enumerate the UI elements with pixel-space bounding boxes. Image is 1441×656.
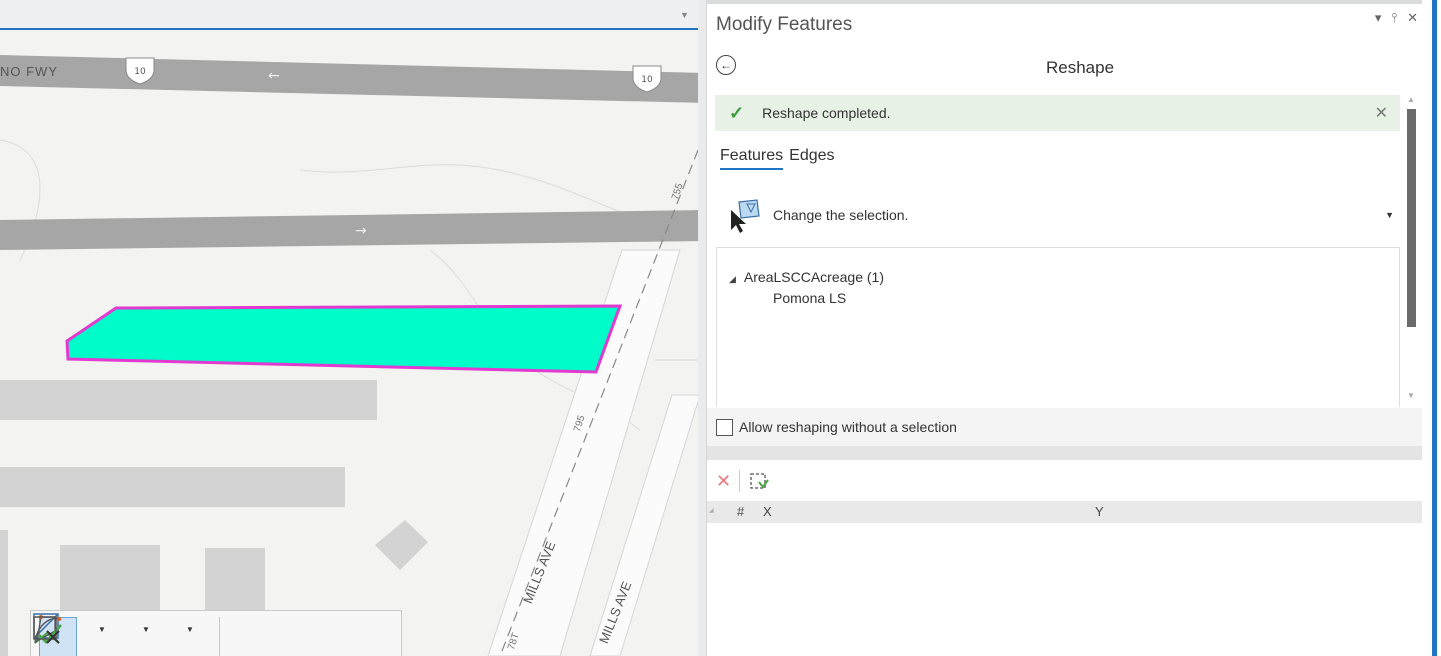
scroll-down-icon[interactable]: ▼ (1407, 391, 1415, 400)
right-angle-tool-button[interactable]: ▼ (34, 617, 121, 656)
tree-feature-node[interactable]: Pomona LS (773, 290, 846, 306)
chevron-down-icon[interactable]: ▼ (142, 625, 150, 634)
sketch-vertex-icon[interactable] (748, 470, 770, 492)
column-header-number[interactable]: # (737, 504, 744, 519)
svg-text:10: 10 (641, 75, 653, 85)
svg-text:←: ← (268, 68, 280, 84)
svg-text:10: 10 (134, 67, 146, 77)
scroll-up-icon[interactable]: ▲ (1407, 95, 1415, 104)
selection-tree: ◢ AreaLSCCAcreage (1) Pomona LS (716, 247, 1400, 407)
select-cursor-icon (731, 199, 760, 233)
pane-title: Modify Features (716, 14, 853, 35)
sort-triangle-icon: ◢ (709, 508, 714, 514)
modify-features-pane: Modify Features ▾ ⫯ ✕ ← Reshape ✓ Reshap… (706, 0, 1423, 656)
tab-strip: Features Edges (720, 147, 835, 170)
tree-layer-label: AreaLSCCAcreage (1) (743, 269, 884, 285)
close-icon[interactable]: ✕ (1407, 10, 1418, 26)
cancel-sketch-icon (33, 616, 60, 644)
trace-tool-button[interactable]: ▼ (36, 615, 209, 656)
toolbar-separator (219, 617, 220, 656)
pane-top-border (707, 0, 1423, 4)
allow-reshape-label: Allow reshaping without a selection (739, 419, 957, 435)
chevron-down-icon[interactable]: ▼ (680, 10, 689, 20)
window-accent-border (1432, 0, 1437, 656)
column-header-x[interactable]: X (763, 504, 772, 519)
map-canvas[interactable]: ← → 10 10 (0, 0, 706, 656)
road-label: NO FWY (0, 64, 58, 79)
svg-text:→: → (355, 223, 367, 239)
scroll-thumb[interactable] (1407, 109, 1416, 327)
tree-layer-node[interactable]: ◢ AreaLSCCAcreage (1) (729, 269, 884, 285)
change-selection-dropdown[interactable]: Change the selection. ▼ (727, 195, 1402, 235)
tab-features[interactable]: Features (720, 147, 784, 170)
allow-reshape-checkbox[interactable] (716, 418, 733, 436)
chevron-down-icon[interactable]: ▼ (186, 625, 194, 634)
cancel-sketch-button[interactable] (33, 616, 314, 656)
column-header-y[interactable]: Y (1095, 504, 1104, 519)
delete-vertex-icon[interactable]: ✕ (716, 471, 731, 492)
chevron-down-icon[interactable]: ▼ (1385, 210, 1394, 220)
allow-reshape-row: Allow reshaping without a selection (707, 408, 1423, 446)
map-view[interactable]: ← → 10 10 ▼ NO FWY MILLS AVE MILLS AVE 7… (0, 0, 706, 656)
section-divider (707, 446, 1423, 460)
pin-icon[interactable]: ⫯ (1391, 10, 1397, 26)
close-icon[interactable]: ✕ (1375, 103, 1388, 123)
vertical-scrollbar[interactable]: ▲ ▼ (1404, 95, 1418, 407)
check-icon: ✓ (729, 102, 745, 123)
vertex-table-header: ◢ # X Y (707, 501, 1423, 523)
pane-splitter[interactable] (698, 0, 706, 656)
status-message-bar: ✓ Reshape completed. ✕ (715, 95, 1400, 131)
toolbar-separator (739, 470, 741, 492)
chevron-down-icon[interactable]: ▼ (98, 625, 106, 634)
expand-triangle-icon[interactable]: ◢ (729, 274, 736, 284)
map-tab-strip: ▼ (0, 0, 706, 30)
finish-button[interactable] (33, 616, 270, 656)
pane-controls: ▾ ⫯ ✕ (1375, 10, 1418, 26)
tab-edges[interactable]: Edges (789, 147, 834, 170)
arc-tool-button[interactable]: ▼ (34, 617, 165, 656)
construction-toolbar: ▼ ▼ ▼ (30, 610, 402, 656)
status-message-text: Reshape completed. (762, 105, 891, 121)
pane-options-icon[interactable]: ▾ (1375, 10, 1382, 26)
change-selection-label: Change the selection. (773, 207, 909, 223)
tool-title: Reshape (1045, 58, 1115, 77)
vertex-toolbar: ✕ (707, 461, 1423, 501)
